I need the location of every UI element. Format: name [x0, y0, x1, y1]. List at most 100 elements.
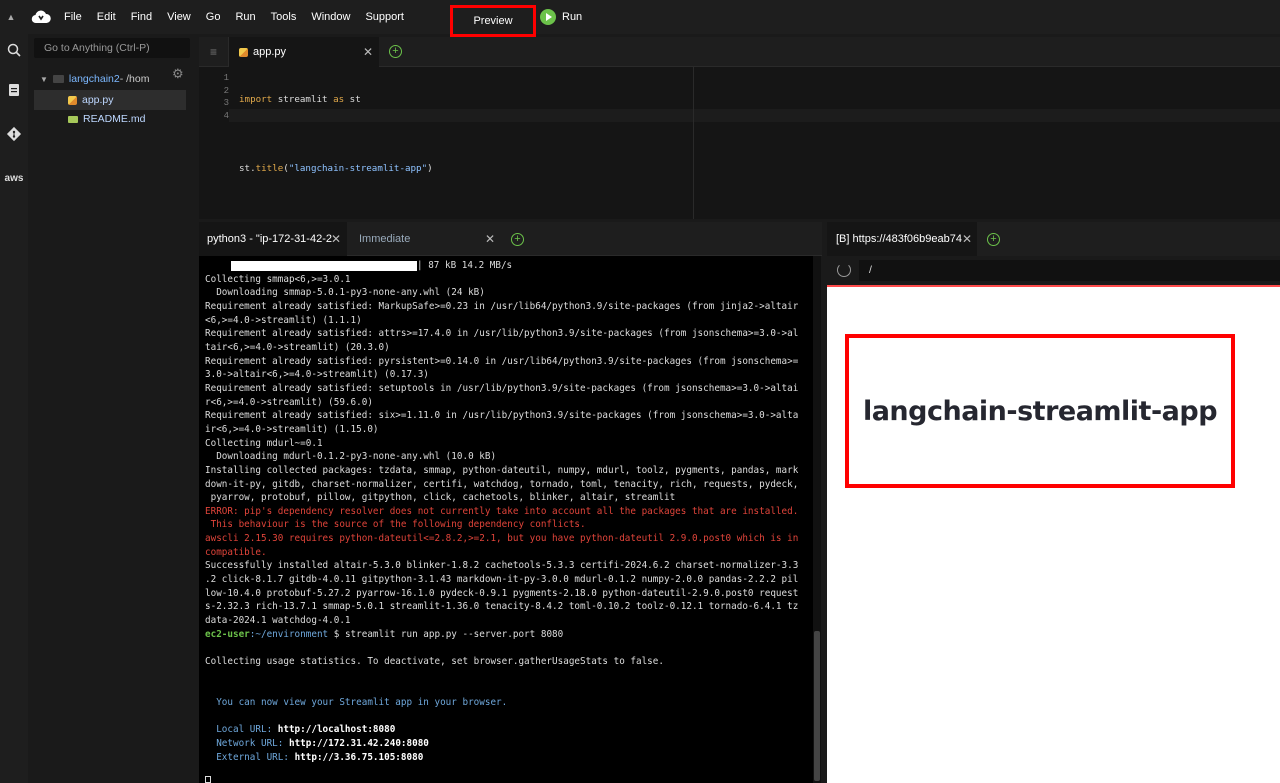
close-icon[interactable]: ✕ — [962, 232, 972, 246]
add-tab-icon[interactable]: + — [389, 45, 402, 58]
line-gutter: 1 2 3 4 — [199, 72, 229, 122]
close-icon[interactable]: ✕ — [331, 232, 341, 246]
menu-tools[interactable]: Tools — [271, 11, 297, 23]
network-url[interactable]: http://172.31.42.240:8080 — [289, 738, 429, 749]
tab-terminal[interactable]: python3 - "ip-172-31-42-2 ✕ — [199, 222, 347, 256]
line-number: 3 — [223, 98, 229, 108]
menu-go[interactable]: Go — [206, 11, 221, 23]
play-icon — [540, 9, 556, 25]
terminal-scrollbar[interactable] — [813, 256, 821, 783]
progress-line: | 87 kB 14.2 MB/s — [205, 259, 807, 273]
usage-stats-line: Collecting usage statistics. To deactiva… — [205, 656, 664, 668]
terminal-output: | 87 kB 14.2 MB/s Collecting smmap<6,>=3.… — [205, 259, 807, 764]
tab-label: python3 - "ip-172-31-42-2 — [207, 233, 332, 245]
editor-tab-bar: ≡ app.py ✕ + — [199, 37, 1280, 67]
keyword: import — [239, 94, 273, 105]
code-text: st — [344, 94, 361, 105]
network-url-label: Network URL: — [205, 737, 289, 749]
menu-window[interactable]: Window — [311, 11, 350, 23]
environment-files-icon[interactable] — [0, 76, 28, 104]
terminal-tab-bar: python3 - "ip-172-31-42-2 ✕ Immediate ✕ … — [199, 222, 822, 256]
menu-file[interactable]: File — [64, 11, 82, 23]
external-url-line: External URL: http://3.36.75.105:8080 — [205, 751, 807, 765]
root-folder-label: langchain2 — [68, 73, 120, 85]
code-content: import streamlit as st st.title("langcha… — [239, 72, 433, 232]
python-file-icon — [68, 95, 77, 105]
menu-edit[interactable]: Edit — [97, 11, 116, 23]
string-literal: "langchain-streamlit-app" — [288, 163, 428, 174]
menu-find[interactable]: Find — [131, 11, 152, 23]
local-url-label: Local URL: — [205, 724, 278, 736]
code-line-3: st.title("langchain-streamlit-app") — [239, 163, 433, 176]
code-text: streamlit — [272, 94, 334, 105]
gear-icon[interactable]: ⚙ — [172, 66, 184, 82]
network-url-line: Network URL: http://172.31.42.240:8080 — [205, 737, 807, 751]
file-tree-sidebar: Go to Anything (Ctrl-P) ⚙ ▼ langchain2 -… — [28, 34, 196, 783]
external-url-label: External URL: — [205, 751, 295, 763]
view-app-message: You can now view your Streamlit app in y… — [205, 697, 508, 708]
menu-view[interactable]: View — [167, 11, 191, 23]
streamlit-app-title: langchain-streamlit-app — [862, 395, 1218, 427]
python-file-icon — [239, 47, 248, 57]
run-label: Run — [562, 11, 583, 23]
run-button[interactable]: Run — [540, 9, 582, 25]
external-url[interactable]: http://3.36.75.105:8080 — [295, 752, 424, 763]
line-number: 4 — [223, 110, 229, 121]
goto-anything-input[interactable]: Go to Anything (Ctrl-P) — [34, 38, 190, 58]
browser-address-bar: / — [827, 256, 1280, 285]
progress-text: | 87 kB 14.2 MB/s — [417, 260, 513, 271]
close-icon[interactable]: ✕ — [485, 232, 495, 246]
menu-bar: ▲ File Edit Find View Go Run Tools Windo… — [0, 0, 1280, 34]
tab-immediate[interactable]: Immediate ✕ — [351, 222, 501, 256]
folder-icon — [52, 75, 64, 83]
source-control-icon[interactable] — [0, 120, 28, 148]
chevron-down-icon: ▼ — [40, 74, 48, 84]
refresh-icon[interactable] — [837, 263, 851, 277]
line-number: 2 — [223, 85, 229, 96]
tab-browser-preview[interactable]: [B] https://483f06b9eab74 ✕ — [827, 222, 977, 256]
markdown-file-icon — [68, 115, 78, 123]
add-tab-icon[interactable]: + — [511, 233, 524, 246]
tab-menu-icon[interactable]: ≡ — [199, 37, 229, 67]
preview-button[interactable]: Preview — [450, 5, 536, 37]
cloud9-logo-icon[interactable] — [30, 6, 52, 28]
preview-label: Preview — [473, 15, 513, 27]
menu-run[interactable]: Run — [235, 11, 255, 23]
code-text: ) — [427, 163, 433, 174]
menu-support[interactable]: Support — [365, 11, 404, 23]
activity-bar: aws — [0, 34, 28, 783]
root-folder-path: - /hom — [119, 73, 150, 85]
error-block: ERROR: pip's dependency resolver does no… — [205, 505, 799, 558]
local-url[interactable]: http://localhost:8080 — [278, 724, 396, 735]
local-url-line: Local URL: http://localhost:8080 — [205, 723, 807, 737]
tree-file-readme[interactable]: README.md — [34, 109, 186, 129]
scrollbar-thumb[interactable] — [814, 631, 820, 781]
tab-app-py[interactable]: app.py ✕ — [229, 37, 379, 67]
collapse-menu-icon[interactable]: ▲ — [0, 12, 22, 22]
tree-file-app-py[interactable]: app.py — [34, 90, 186, 110]
download-progress-bar — [231, 260, 417, 271]
prompt-path: :~/environment — [249, 628, 329, 640]
code-editor[interactable]: 1 2 3 4 import streamlit as st st.title(… — [199, 67, 1280, 219]
browser-viewport: langchain-streamlit-app — [827, 285, 1280, 783]
search-icon[interactable] — [0, 36, 28, 64]
url-input[interactable]: / — [859, 260, 1280, 281]
function-name: title — [255, 163, 284, 174]
line-number: 1 — [223, 73, 229, 83]
code-line-1: import streamlit as st — [239, 94, 433, 107]
output-block: Successfully installed altair-5.3.0 blin… — [205, 560, 799, 627]
browser-tab-bar: [B] https://483f06b9eab74 ✕ + — [827, 222, 1280, 256]
tree-file-label: app.py — [82, 94, 114, 106]
close-icon[interactable]: ✕ — [363, 45, 373, 59]
tree-root-folder[interactable]: ▼ langchain2 - /hom — [40, 73, 149, 85]
terminal-panel[interactable]: | 87 kB 14.2 MB/s Collecting smmap<6,>=3.… — [199, 256, 821, 783]
code-text: st. — [239, 163, 256, 174]
aws-icon[interactable]: aws — [0, 164, 28, 192]
add-tab-icon[interactable]: + — [987, 233, 1000, 246]
